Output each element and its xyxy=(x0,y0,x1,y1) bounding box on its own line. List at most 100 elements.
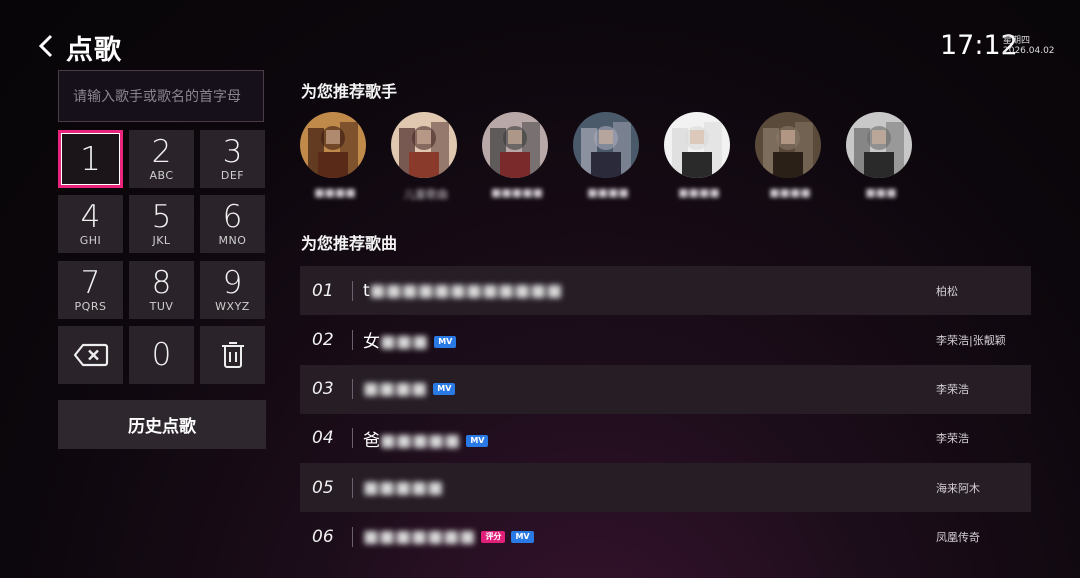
back-button[interactable] xyxy=(34,32,58,60)
backspace-icon xyxy=(73,343,108,367)
date-block: 星期四 2026.04.02 xyxy=(1003,36,1055,56)
singer-item[interactable]: ■■■■ xyxy=(664,112,734,200)
singer-item[interactable]: ■■■■■ xyxy=(482,112,552,200)
songs-section-title: 为您推荐歌曲 xyxy=(301,234,398,253)
singer-name: ■■■■ xyxy=(678,186,720,199)
key-7-letters: PQRS xyxy=(74,300,107,313)
singer-item[interactable]: ■■■■ xyxy=(755,112,825,200)
song-title: ■■■■■■■ 评分 MV xyxy=(363,527,534,547)
song-artist: 李荣浩|张靓颖 xyxy=(936,333,1006,347)
song-index: 05 xyxy=(312,477,334,498)
mv-badge: MV xyxy=(433,383,456,396)
song-title-rest: ■■■■ xyxy=(363,379,428,400)
singer-name: ■■■■ xyxy=(587,186,629,199)
clear-key[interactable] xyxy=(200,326,265,384)
singer-name: ■■■■ xyxy=(314,186,356,199)
song-title: ■■■■■ xyxy=(363,478,443,498)
song-title: ■■■■ MV xyxy=(363,379,456,400)
song-divider xyxy=(352,329,353,350)
page-title: 点歌 xyxy=(66,35,122,66)
song-index: 04 xyxy=(312,428,334,449)
song-row[interactable]: 02 女■■■ MV 李荣浩|张靓颖 xyxy=(300,315,1031,364)
singer-avatar xyxy=(755,112,821,178)
singer-avatar xyxy=(482,112,548,178)
song-title: 女■■■ MV xyxy=(363,327,457,353)
singer-item[interactable]: ■■■■ xyxy=(573,112,643,200)
singer-name: 儿童歌曲 xyxy=(404,188,448,201)
song-title-first: 女 xyxy=(363,332,380,353)
key-8-letters: TUV xyxy=(149,300,174,313)
trash-icon xyxy=(221,342,244,368)
chevron-left-icon xyxy=(38,34,53,58)
singers-section-title: 为您推荐歌手 xyxy=(301,82,398,101)
key-2[interactable]: 2 ABC xyxy=(129,130,194,188)
key-9[interactable]: 9 WXYZ xyxy=(200,261,265,319)
backspace-key[interactable] xyxy=(58,326,123,384)
key-1-digit: 1 xyxy=(80,139,101,178)
song-index: 01 xyxy=(312,280,334,301)
singer-avatar xyxy=(664,112,730,178)
weekday: 星期四 xyxy=(1003,36,1031,46)
song-title-first: t xyxy=(363,280,370,301)
singer-avatar xyxy=(300,112,366,178)
mv-badge: MV xyxy=(466,434,489,447)
singer-item[interactable]: ■■■ xyxy=(846,112,916,200)
history-button[interactable]: 历史点歌 xyxy=(58,400,266,449)
song-row[interactable]: 04 爸■■■■■ MV 李荣浩 xyxy=(300,414,1031,463)
song-title-rest: ■■■■■ xyxy=(380,430,461,451)
key-3-digit: 3 xyxy=(222,134,243,170)
singer-name: ■■■■ xyxy=(769,186,811,199)
singer-item[interactable]: 儿童歌曲 xyxy=(391,112,461,201)
singer-name: ■■■■■ xyxy=(491,186,543,199)
key-6-letters: MNO xyxy=(218,234,247,247)
key-8[interactable]: 8 TUV xyxy=(129,261,194,319)
key-6[interactable]: 6 MNO xyxy=(200,195,265,253)
key-4[interactable]: 4 GHI xyxy=(58,195,123,253)
song-index: 02 xyxy=(312,329,334,350)
key-3-letters: DEF xyxy=(220,169,245,182)
song-row[interactable]: 03 ■■■■ MV 李荣浩 xyxy=(300,364,1031,414)
song-row[interactable]: 01 t■■■■■■■■■■■■ 柏松 xyxy=(300,266,1031,315)
song-divider xyxy=(352,280,353,301)
key-7[interactable]: 7 PQRS xyxy=(58,261,123,319)
key-4-letters: GHI xyxy=(79,234,102,247)
song-index: 06 xyxy=(312,527,334,547)
key-5-letters: JKL xyxy=(152,234,171,247)
key-5-digit: 5 xyxy=(151,199,172,235)
song-title-rest: ■■■■■ xyxy=(363,477,444,498)
key-0-digit: 0 xyxy=(151,337,172,373)
date: 2026.04.02 xyxy=(1003,46,1055,56)
mv-badge: MV xyxy=(434,336,457,349)
song-title: 爸■■■■■ MV xyxy=(363,426,489,451)
key-4-digit: 4 xyxy=(80,199,101,235)
key-5[interactable]: 5 JKL xyxy=(129,195,194,253)
key-8-digit: 8 xyxy=(151,265,172,301)
search-input[interactable]: 请输入歌手或歌名的首字母 xyxy=(58,70,264,122)
song-artist: 柏松 xyxy=(936,284,958,298)
mv-badge: MV xyxy=(511,531,534,543)
song-index: 03 xyxy=(312,379,334,400)
key-7-digit: 7 xyxy=(80,265,101,301)
song-title-first: 爸 xyxy=(363,430,380,451)
song-title-rest: ■■■ xyxy=(380,332,429,353)
song-title-rest: ■■■■■■■ xyxy=(363,527,476,547)
singer-avatar xyxy=(846,112,912,178)
key-1[interactable]: 1 xyxy=(58,130,123,188)
song-row[interactable]: 06 ■■■■■■■ 评分 MV 凤凰传奇 xyxy=(300,513,1031,562)
song-row[interactable]: 05 ■■■■■ 海来阿木 xyxy=(300,463,1031,513)
song-artist: 李荣浩 xyxy=(936,432,969,446)
song-divider xyxy=(352,527,353,547)
key-2-letters: ABC xyxy=(149,169,174,182)
key-3[interactable]: 3 DEF xyxy=(200,130,265,188)
key-9-letters: WXYZ xyxy=(215,300,250,313)
key-9-digit: 9 xyxy=(222,265,243,301)
song-artist: 海来阿木 xyxy=(936,481,980,495)
singer-name: ■■■ xyxy=(865,186,897,199)
key-0[interactable]: 0 xyxy=(129,326,194,384)
song-title-rest: ■■■■■■■■■■■■ xyxy=(369,280,563,301)
singer-avatar xyxy=(573,112,639,178)
score-badge: 评分 xyxy=(481,531,506,543)
singer-item[interactable]: ■■■■ xyxy=(300,112,370,200)
key-2-digit: 2 xyxy=(151,134,172,170)
song-artist: 凤凰传奇 xyxy=(936,531,980,544)
